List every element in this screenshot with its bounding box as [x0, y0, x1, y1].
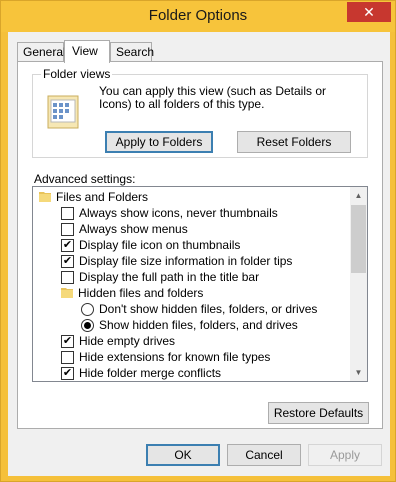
checkbox-checked[interactable]: ✔: [61, 367, 74, 380]
tab-search[interactable]: Search: [110, 42, 155, 61]
list-item-label: Hidden files and folders: [78, 286, 204, 300]
list-item[interactable]: ✔ Display file size information in folder…: [33, 253, 351, 269]
apply-to-folders-button[interactable]: Apply to Folders: [105, 131, 213, 153]
restore-defaults-button[interactable]: Restore Defaults: [268, 402, 369, 424]
list-item-label: Display file size information in folder …: [79, 254, 293, 268]
list-item[interactable]: Files and Folders: [33, 189, 351, 205]
tab-general-label: General: [23, 45, 66, 59]
cancel-button[interactable]: Cancel: [227, 444, 301, 466]
list-item-label: Don't show hidden files, folders, or dri…: [99, 302, 318, 316]
scrollbar-thumb[interactable]: [351, 205, 366, 273]
title-bar[interactable]: Folder Options ✕: [1, 1, 395, 32]
list-item[interactable]: ✔ Hide empty drives: [33, 333, 351, 349]
view-tab-panel: Folder views You can apply this view (su…: [17, 61, 383, 429]
dialog-client-area: General View Search Folder views You can…: [8, 32, 390, 476]
radio-dot: [84, 322, 91, 329]
advanced-settings-list[interactable]: Files and Folders Always show icons, neve…: [32, 186, 368, 382]
list-item-label: Hide extensions for known file types: [79, 350, 271, 364]
folder-view-icon: [47, 95, 79, 129]
list-item-label: Display file icon on thumbnails: [79, 238, 241, 252]
folder-icon: [61, 288, 73, 298]
folder-options-window: Folder Options ✕ General View Search Fol…: [0, 0, 396, 482]
scroll-down-icon[interactable]: ▼: [350, 364, 367, 381]
list-item-label: Display the full path in the title bar: [79, 270, 260, 284]
ok-button[interactable]: OK: [146, 444, 220, 466]
checkbox-checked[interactable]: ✔: [61, 255, 74, 268]
checkbox[interactable]: [61, 223, 74, 236]
list-item[interactable]: Hidden files and folders: [33, 285, 351, 301]
list-item-label: Show hidden files, folders, and drives: [99, 318, 298, 332]
dialog-button-bar: OK Cancel Apply: [8, 430, 390, 476]
radio-selected[interactable]: [81, 319, 94, 332]
list-item[interactable]: ✔ Hide folder merge conflicts: [33, 365, 351, 381]
checkbox-checked[interactable]: ✔: [61, 335, 74, 348]
checkbox[interactable]: [61, 271, 74, 284]
list-item[interactable]: ✔ Display file icon on thumbnails: [33, 237, 351, 253]
advanced-settings-label: Advanced settings:: [34, 172, 136, 186]
folder-icon: [39, 192, 51, 202]
list-item-label: Always show icons, never thumbnails: [79, 206, 278, 220]
tab-general[interactable]: General: [17, 42, 66, 61]
scroll-up-icon[interactable]: ▲: [350, 187, 367, 204]
window-title: Folder Options: [148, 7, 248, 24]
close-icon: ✕: [363, 3, 375, 20]
list-item[interactable]: Hide extensions for known file types: [33, 349, 351, 365]
list-item[interactable]: Always show icons, never thumbnails: [33, 205, 351, 221]
folder-views-group: Folder views You can apply this view (su…: [32, 67, 368, 158]
checkbox[interactable]: [61, 207, 74, 220]
close-button[interactable]: ✕: [347, 2, 391, 22]
apply-button[interactable]: Apply: [308, 444, 382, 466]
list-item-label: Hide folder merge conflicts: [79, 366, 222, 380]
tab-view-label: View: [72, 44, 98, 58]
checkbox[interactable]: [61, 351, 74, 364]
tab-search-label: Search: [116, 45, 155, 59]
folder-views-description: You can apply this view (such as Details…: [99, 84, 327, 111]
list-item[interactable]: Always show menus: [33, 221, 351, 237]
radio[interactable]: [81, 303, 94, 316]
folder-views-title: Folder views: [41, 67, 113, 81]
list-item[interactable]: Show hidden files, folders, and drives: [33, 317, 351, 333]
checkbox-checked[interactable]: ✔: [61, 239, 74, 252]
list-item-label: Files and Folders: [56, 190, 149, 204]
tab-view[interactable]: View: [64, 40, 110, 63]
list-scrollbar[interactable]: ▲ ▼: [350, 187, 367, 381]
list-item-label: Hide empty drives: [79, 334, 176, 348]
list-item[interactable]: Display the full path in the title bar: [33, 269, 351, 285]
reset-folders-button[interactable]: Reset Folders: [237, 131, 351, 153]
advanced-settings-items: Files and Folders Always show icons, neve…: [33, 189, 351, 381]
list-item-label: Always show menus: [79, 222, 188, 236]
list-item[interactable]: Don't show hidden files, folders, or dri…: [33, 301, 351, 317]
